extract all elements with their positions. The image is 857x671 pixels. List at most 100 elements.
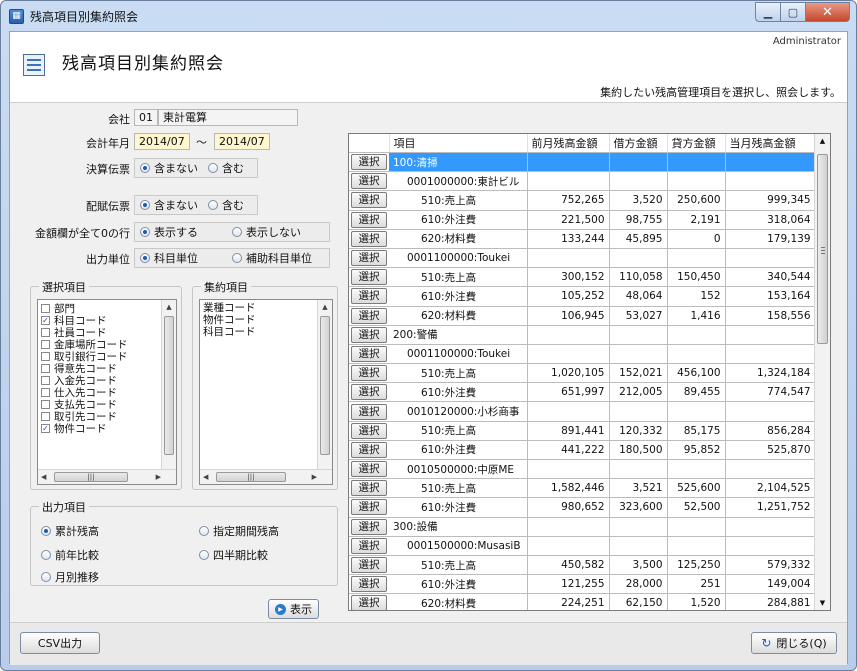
minimize-button[interactable]: ▁ <box>755 2 781 22</box>
checkbox-icon[interactable] <box>41 375 50 385</box>
settlement-include-radio[interactable]: 含む <box>208 160 244 176</box>
row-select-button[interactable]: 選択 <box>351 537 387 554</box>
table-row[interactable]: 選択 510:売上高 1,582,446 3,521 525,600 2,104,525 <box>349 478 816 499</box>
output-yoy-radio[interactable]: 前年比較 <box>41 547 99 563</box>
table-row[interactable]: 選択 620:材料費 224,251 62,150 1,520 284,881 <box>349 593 816 610</box>
row-select-button[interactable]: 選択 <box>351 595 387 610</box>
scroll-thumb[interactable] <box>164 316 174 455</box>
row-select-button[interactable]: 選択 <box>351 230 387 247</box>
table-row[interactable]: 選択 610:外注費 121,255 28,000 251 149,004 <box>349 574 816 595</box>
table-row[interactable]: 選択 510:売上高 891,441 120,332 85,175 856,284 <box>349 421 816 441</box>
checkbox-icon[interactable] <box>41 387 50 397</box>
aggregate-list-vscroll[interactable]: ▲ <box>317 300 332 471</box>
table-row[interactable]: 選択 0001100000:Toukei <box>349 344 816 365</box>
row-select-button[interactable]: 選択 <box>351 288 387 305</box>
selection-list-vscroll[interactable]: ▲ <box>161 300 176 471</box>
table-row[interactable]: 選択 620:材料費 133,244 45,895 0 179,139 <box>349 229 816 249</box>
selection-list-hscroll[interactable]: ◀ ||| ▶ <box>38 469 176 484</box>
row-select-button[interactable]: 選択 <box>351 557 387 574</box>
scroll-left-icon[interactable]: ◀ <box>41 473 46 481</box>
period-to-input[interactable]: 2014/07 <box>214 133 270 150</box>
table-row[interactable]: 選択 610:外注費 980,652 323,600 52,500 1,251,752 <box>349 497 816 518</box>
grid-vscroll[interactable]: ▲ ▼ <box>814 134 830 610</box>
row-select-button[interactable]: 選択 <box>351 269 387 286</box>
table-row[interactable]: 選択 0001500000:MusasiB <box>349 536 816 556</box>
scroll-up-icon[interactable]: ▲ <box>318 300 332 314</box>
row-select-button[interactable]: 選択 <box>351 345 387 362</box>
aggregate-item[interactable]: 業種コード <box>200 302 332 314</box>
checkbox-checked-icon[interactable]: ✓ <box>41 315 50 325</box>
table-row[interactable]: 選択 0001100000:Toukei <box>349 248 816 269</box>
scroll-down-icon[interactable]: ▼ <box>815 596 830 610</box>
aggregate-list[interactable]: 業種コード 物件コード 科目コード ▲ ◀ ||| ▶ <box>199 299 333 485</box>
csv-export-button[interactable]: CSV出力 <box>20 632 100 654</box>
row-select-button[interactable]: 選択 <box>351 441 387 458</box>
scroll-thumb[interactable] <box>320 316 330 455</box>
checkbox-icon[interactable] <box>41 399 50 409</box>
checkbox-icon[interactable] <box>41 303 50 313</box>
unit-sub-account-radio[interactable]: 補助科目単位 <box>232 250 312 266</box>
table-row[interactable]: 選択 610:外注費 221,500 98,755 2,191 318,064 <box>349 210 816 230</box>
row-select-button[interactable]: 選択 <box>351 307 387 324</box>
row-select-button[interactable]: 選択 <box>351 384 387 401</box>
title-bar[interactable]: ▦ 残高項目別集約照会 ▁ ▢ ✕ <box>1 1 856 31</box>
aggregate-item[interactable]: 科目コード <box>200 326 332 338</box>
table-row[interactable]: 選択 0010120000:小杉商事 <box>349 401 816 422</box>
settlement-exclude-radio[interactable]: 含まない <box>140 160 198 176</box>
scroll-thumb[interactable]: ||| <box>54 472 128 482</box>
row-select-button[interactable]: 選択 <box>351 326 387 343</box>
selection-item[interactable]: ✓ 物件コード <box>38 422 176 435</box>
zero-hide-radio[interactable]: 表示しない <box>232 224 301 240</box>
scroll-left-icon[interactable]: ◀ <box>203 473 208 481</box>
scroll-thumb[interactable]: ||| <box>216 472 286 482</box>
table-row[interactable]: 選択 510:売上高 450,582 3,500 125,250 579,332 <box>349 555 816 576</box>
table-row[interactable]: 選択 510:売上高 300,152 110,058 150,450 340,544 <box>349 267 816 288</box>
row-select-button[interactable]: 選択 <box>351 211 387 228</box>
selection-list[interactable]: 部門 ✓ 科目コード 社員コード 金庫場所コード 取引銀行コード 得意先コード 入金先コード仕… <box>37 299 177 485</box>
checkbox-icon[interactable] <box>41 327 50 337</box>
scroll-up-icon[interactable]: ▲ <box>815 134 830 148</box>
checkbox-icon[interactable] <box>41 351 50 361</box>
row-select-button[interactable]: 選択 <box>351 480 387 497</box>
table-row[interactable]: 選択 610:外注費 105,252 48,064 152 153,164 <box>349 286 816 307</box>
zero-show-radio[interactable]: 表示する <box>140 224 198 240</box>
table-row[interactable]: 選択 510:売上高 752,265 3,520 250,600 999,345 <box>349 190 816 211</box>
row-select-button[interactable]: 選択 <box>351 154 387 171</box>
table-row[interactable]: 選択 620:材料費 106,945 53,027 1,416 158,556 <box>349 306 816 326</box>
table-row[interactable]: 選択 610:外注費 441,222 180,500 95,852 525,870 <box>349 440 816 461</box>
row-select-button[interactable]: 選択 <box>351 250 387 267</box>
checkbox-checked-icon[interactable]: ✓ <box>41 423 50 433</box>
table-row[interactable]: 選択 610:外注費 651,997 212,005 89,455 774,547 <box>349 382 816 403</box>
transfer-exclude-radio[interactable]: 含まない <box>140 197 198 213</box>
row-select-button[interactable]: 選択 <box>351 461 387 478</box>
company-code-field[interactable]: 01 <box>134 109 158 126</box>
aggregate-item[interactable]: 物件コード <box>200 314 332 326</box>
row-select-button[interactable]: 選択 <box>351 518 387 535</box>
checkbox-icon[interactable] <box>41 411 50 421</box>
row-select-button[interactable]: 選択 <box>351 173 387 190</box>
output-cumulative-radio[interactable]: 累計残高 <box>41 523 99 539</box>
table-row[interactable]: 選択 510:売上高 1,020,105 152,021 456,100 1,324,18… <box>349 363 816 384</box>
scroll-up-icon[interactable]: ▲ <box>162 300 176 314</box>
checkbox-icon[interactable] <box>41 363 50 373</box>
table-row[interactable]: 選択 200:警備 <box>349 325 816 345</box>
aggregate-list-hscroll[interactable]: ◀ ||| ▶ <box>200 469 332 484</box>
row-select-button[interactable]: 選択 <box>351 403 387 420</box>
table-row[interactable]: 選択 0001000000:東計ビル <box>349 171 816 192</box>
row-select-button[interactable]: 選択 <box>351 499 387 516</box>
scroll-thumb[interactable] <box>817 154 828 344</box>
table-row[interactable]: 選択 300:設備 <box>349 517 816 537</box>
transfer-include-radio[interactable]: 含む <box>208 197 244 213</box>
output-quarter-radio[interactable]: 四半期比較 <box>199 547 268 563</box>
row-select-button[interactable]: 選択 <box>351 192 387 209</box>
output-period-radio[interactable]: 指定期間残高 <box>199 523 279 539</box>
output-monthly-radio[interactable]: 月別推移 <box>41 569 99 585</box>
maximize-button[interactable]: ▢ <box>781 2 806 22</box>
show-button[interactable]: ▶ 表示 <box>268 599 319 619</box>
scroll-right-icon[interactable]: ▶ <box>312 473 317 481</box>
row-select-button[interactable]: 選択 <box>351 422 387 439</box>
table-row[interactable]: 選択 0010500000:中原ME <box>349 459 816 480</box>
row-select-button[interactable]: 選択 <box>351 365 387 382</box>
close-button[interactable]: ↻ 閉じる(Q) <box>751 632 837 654</box>
period-from-input[interactable]: 2014/07 <box>134 133 190 150</box>
